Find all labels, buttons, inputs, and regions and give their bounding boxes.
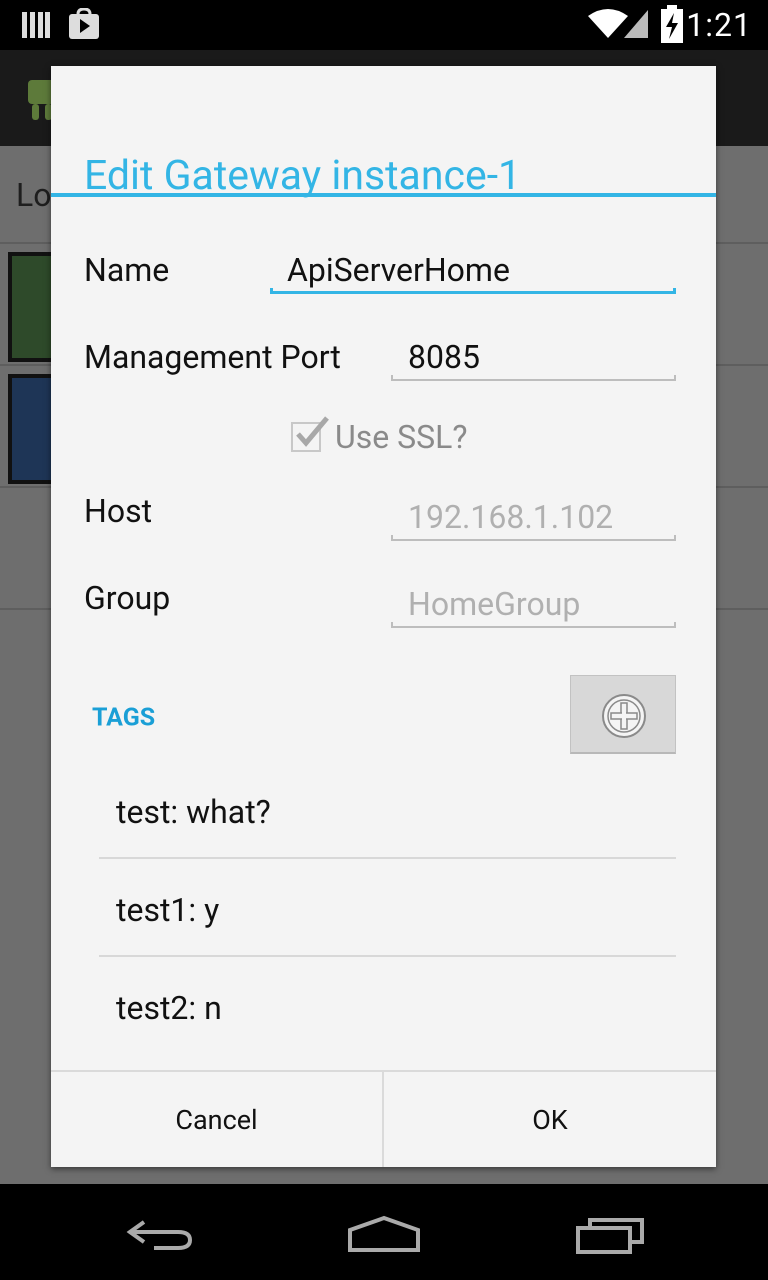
management-port-input[interactable]: 8085 [391, 337, 676, 381]
status-bar: 1:21 [0, 0, 768, 50]
tag-divider [99, 955, 676, 957]
host-input[interactable]: 192.168.1.102 [391, 497, 676, 541]
add-circle-icon [602, 694, 646, 738]
title-divider [51, 193, 716, 197]
navigation-bar [0, 1184, 768, 1280]
tag-text: test: what? [116, 793, 271, 831]
play-store-icon [69, 8, 99, 39]
recents-icon[interactable] [574, 1216, 646, 1256]
signal-icon [624, 10, 648, 38]
tag-list-item[interactable]: test2: n [99, 959, 676, 1057]
use-ssl-label: Use SSL? [335, 418, 468, 456]
management-port-label: Management Port [84, 338, 341, 376]
battery-charging-icon [661, 5, 683, 43]
edit-gateway-dialog: Edit Gateway instance-1 Name ApiServerHo… [51, 66, 716, 1167]
notification-bars-icon [22, 12, 50, 38]
checkmark-icon [296, 416, 329, 447]
cancel-button[interactable]: Cancel [51, 1072, 382, 1167]
use-ssl-checkbox[interactable]: Use SSL? [291, 416, 468, 456]
home-icon[interactable] [346, 1214, 422, 1254]
tag-text: test1: y [116, 891, 220, 929]
checkbox-box [291, 416, 329, 452]
add-tag-button[interactable] [570, 675, 676, 754]
tag-list-item[interactable]: test: what? [99, 763, 676, 861]
back-icon[interactable] [124, 1216, 196, 1252]
ok-button[interactable]: OK [384, 1072, 716, 1167]
tag-text: test2: n [116, 989, 222, 1027]
host-label: Host [84, 492, 153, 530]
status-time: 1:21 [686, 6, 752, 44]
tag-list-item[interactable]: test1: y [99, 861, 676, 959]
group-input[interactable]: HomeGroup [391, 584, 676, 628]
background-title-fragment: Lo [16, 176, 52, 214]
dialog-button-bar: Cancel OK [51, 1070, 716, 1167]
name-label: Name [84, 251, 170, 289]
tags-header: TAGS [92, 703, 156, 733]
name-input[interactable]: ApiServerHome [270, 250, 676, 294]
group-label: Group [84, 579, 171, 617]
tag-divider [99, 857, 676, 859]
